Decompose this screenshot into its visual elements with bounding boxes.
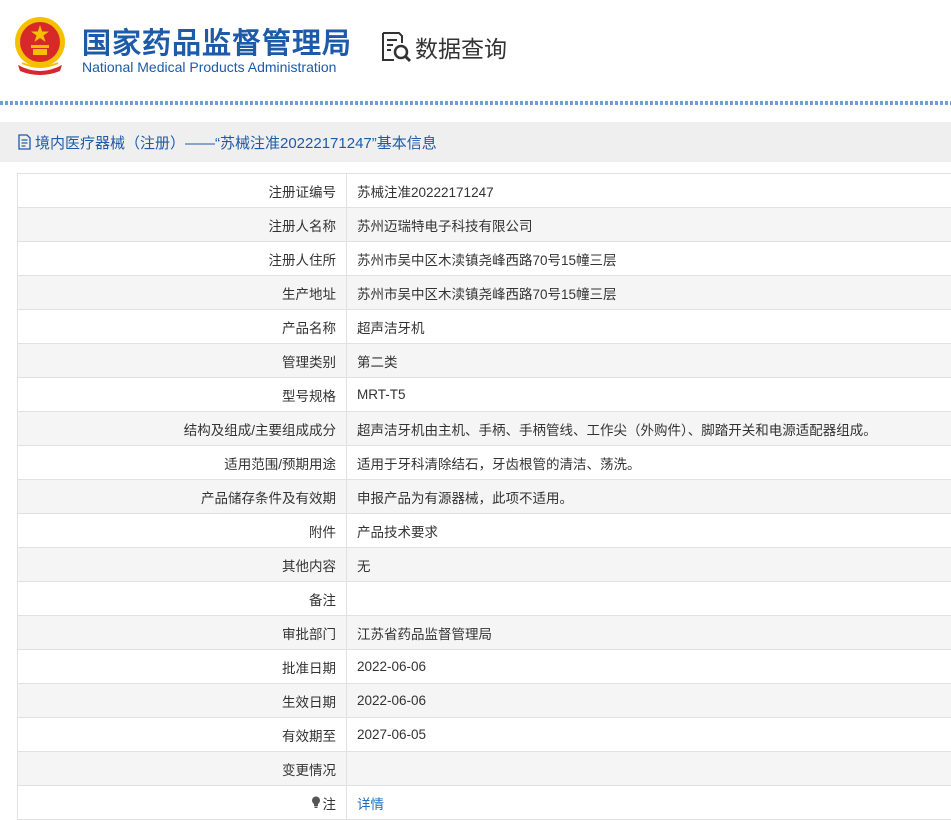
field-value [347,582,951,616]
field-label: 批准日期 [18,650,347,684]
national-emblem-icon [12,15,68,75]
detail-table: 注册证编号苏械注准20222171247 注册人名称苏州迈瑞特电子科技有限公司 … [17,173,951,820]
field-value: MRT-T5 [347,378,951,412]
table-row: 生产地址苏州市吴中区木渎镇尧峰西路70号15幢三层 [18,276,951,310]
search-document-icon [380,30,412,64]
field-value: 苏州市吴中区木渎镇尧峰西路70号15幢三层 [347,276,951,310]
field-label: 管理类别 [18,344,347,378]
field-value: 苏州市吴中区木渎镇尧峰西路70号15幢三层 [347,242,951,276]
data-query-link[interactable]: 数据查询 [380,30,507,64]
field-value [347,752,951,786]
field-label: 变更情况 [18,752,347,786]
table-row: 型号规格MRT-T5 [18,378,951,412]
table-row: 生效日期2022-06-06 [18,684,951,718]
org-name-cn: 国家药品监督管理局 [82,20,352,62]
document-icon [17,134,33,150]
note-label-cell: 注 [18,786,347,820]
field-value: 第二类 [347,344,951,378]
field-value: 苏州迈瑞特电子科技有限公司 [347,208,951,242]
field-label: 产品储存条件及有效期 [18,480,347,514]
table-row: 其他内容无 [18,548,951,582]
table-row: 附件产品技术要求 [18,514,951,548]
field-label: 型号规格 [18,378,347,412]
field-label: 适用范围/预期用途 [18,446,347,480]
field-value: 2027-06-05 [347,718,951,752]
table-row: 批准日期2022-06-06 [18,650,951,684]
page-title: 境内医疗器械（注册）——“苏械注准20222171247”基本信息 [35,132,437,153]
field-value: 2022-06-06 [347,684,951,718]
section-title-bar: 境内医疗器械（注册）——“苏械注准20222171247”基本信息 [0,122,951,162]
field-label: 生效日期 [18,684,347,718]
table-row-note: 注 详情 [18,786,951,820]
field-label: 结构及组成/主要组成成分 [18,412,347,446]
field-value: 无 [347,548,951,582]
note-label: 注 [311,793,337,813]
field-value: 超声洁牙机由主机、手柄、手柄管线、工作尖（外购件）、脚踏开关和电源适配器组成。 [347,412,951,446]
field-value: 产品技术要求 [347,514,951,548]
table-row: 有效期至2027-06-05 [18,718,951,752]
lightbulb-icon [311,796,321,809]
table-row: 备注 [18,582,951,616]
table-row: 注册人名称苏州迈瑞特电子科技有限公司 [18,208,951,242]
site-header: 国家药品监督管理局 National Medical Products Admi… [0,0,951,102]
field-label: 产品名称 [18,310,347,344]
field-value: 苏械注准20222171247 [347,174,951,208]
field-value: 申报产品为有源器械，此项不适用。 [347,480,951,514]
field-label: 其他内容 [18,548,347,582]
field-label: 审批部门 [18,616,347,650]
field-label: 注册人住所 [18,242,347,276]
data-query-label: 数据查询 [415,30,507,64]
details-link[interactable]: 详情 [357,797,384,812]
table-row: 变更情况 [18,752,951,786]
field-value: 江苏省药品监督管理局 [347,616,951,650]
table-row: 审批部门江苏省药品监督管理局 [18,616,951,650]
header-divider [0,101,951,105]
field-label: 注册证编号 [18,174,347,208]
table-row: 产品储存条件及有效期申报产品为有源器械，此项不适用。 [18,480,951,514]
note-label-text: 注 [323,793,337,813]
field-label: 有效期至 [18,718,347,752]
field-value: 超声洁牙机 [347,310,951,344]
field-value: 2022-06-06 [347,650,951,684]
table-row: 产品名称超声洁牙机 [18,310,951,344]
table-row: 结构及组成/主要组成成分超声洁牙机由主机、手柄、手柄管线、工作尖（外购件）、脚踏… [18,412,951,446]
note-value-cell: 详情 [347,786,951,820]
field-label: 备注 [18,582,347,616]
field-label: 生产地址 [18,276,347,310]
table-row: 适用范围/预期用途适用于牙科清除结石，牙齿根管的清洁、荡洗。 [18,446,951,480]
field-label: 注册人名称 [18,208,347,242]
table-row: 注册人住所苏州市吴中区木渎镇尧峰西路70号15幢三层 [18,242,951,276]
field-value: 适用于牙科清除结石，牙齿根管的清洁、荡洗。 [347,446,951,480]
table-row: 管理类别第二类 [18,344,951,378]
field-label: 附件 [18,514,347,548]
table-row: 注册证编号苏械注准20222171247 [18,174,951,208]
org-name-en: National Medical Products Administration [82,59,336,75]
